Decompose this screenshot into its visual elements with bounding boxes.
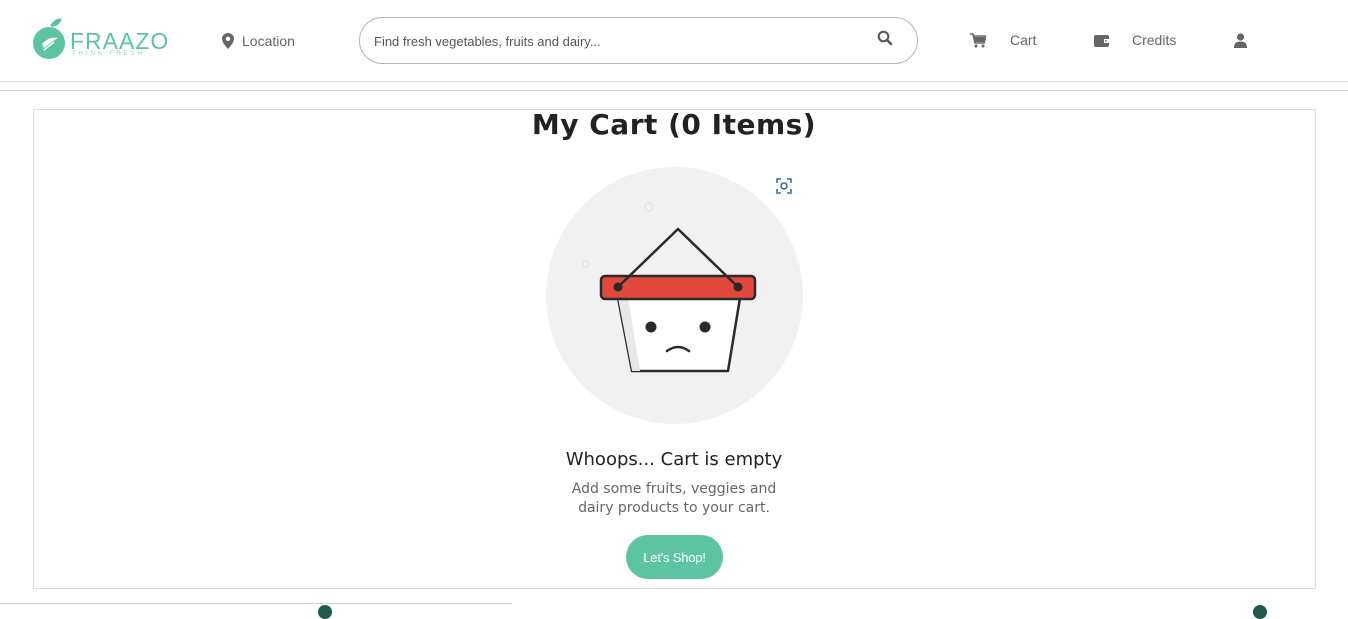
scan-icon[interactable] [776, 178, 792, 194]
logo-tagline: THINK FRESH [72, 51, 146, 57]
footer-divider [0, 603, 512, 604]
page-title: My Cart (0 Items) [531, 108, 817, 141]
footer-dot [318, 605, 332, 619]
footer-dot [1253, 605, 1267, 619]
empty-cart-message: Add some fruits, veggies and dairy produ… [571, 481, 777, 516]
fraazo-logo[interactable]: FRAAZO THINK FRESH [32, 16, 168, 62]
empty-basket-illustration [546, 167, 803, 424]
location-selector[interactable]: Location [222, 30, 295, 52]
credits-label: Credits [1132, 32, 1177, 48]
nav-credits[interactable]: Credits [1094, 29, 1176, 51]
leaf-logo-icon [33, 18, 65, 59]
wallet-icon [1094, 34, 1109, 47]
divider [0, 90, 1348, 91]
cart-icon [970, 32, 986, 47]
empty-cart-heading: Whoops... Cart is empty [565, 449, 783, 470]
header: FRAAZO THINK FRESH Location Cart C [0, 0, 1348, 82]
location-label: Location [242, 33, 295, 49]
search-bar [359, 17, 918, 64]
lets-shop-button[interactable]: Let's Shop! [626, 535, 723, 579]
cart-label: Cart [1010, 32, 1037, 48]
location-pin-icon [222, 33, 234, 49]
user-icon [1234, 32, 1247, 48]
search-input[interactable] [374, 30, 854, 52]
search-icon[interactable] [877, 30, 893, 46]
nav-account[interactable] [1234, 29, 1247, 51]
nav-cart[interactable]: Cart [970, 29, 1036, 51]
